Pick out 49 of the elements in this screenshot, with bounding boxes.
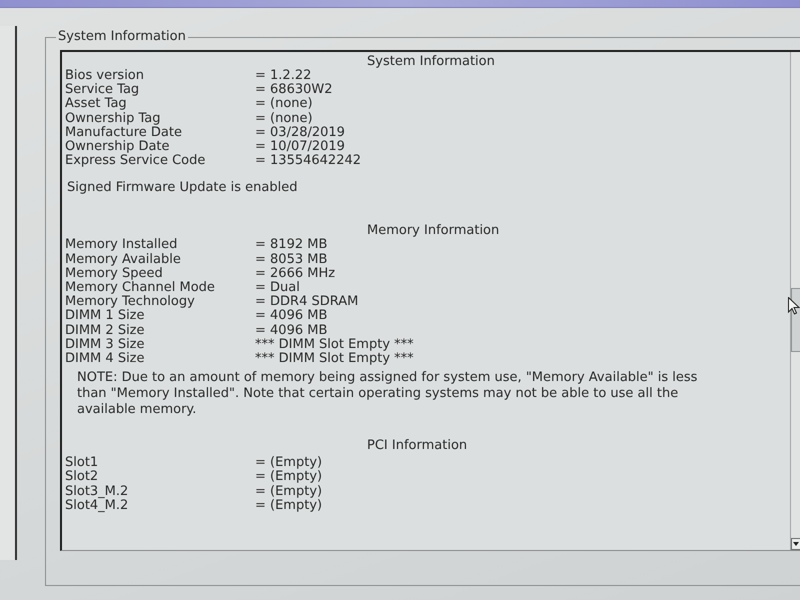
group-title: System Information	[57, 30, 187, 44]
field-value: = 8053 MB	[255, 252, 328, 267]
field-value: = 4096 MB	[255, 309, 328, 324]
field-value: = 10/07/2019	[255, 140, 345, 154]
field-label: Manufacture Date	[65, 126, 182, 140]
field-label: Slot2	[65, 470, 98, 485]
section-heading: PCI Information	[367, 439, 468, 454]
field-value: = (Empty)	[255, 456, 322, 470]
field-value: = DDR4 SDRAM	[255, 295, 358, 310]
field-label: DIMM 2 Size	[65, 324, 144, 338]
field-value: = 2666 MHz	[255, 266, 336, 281]
field-label: Slot4_M.2	[65, 498, 128, 514]
field-value: *** DIMM Slot Empty ***	[255, 352, 414, 366]
field-value: = 8192 MB	[255, 238, 328, 253]
field-label: Ownership Tag	[65, 112, 160, 126]
field-value: = (Empty)	[255, 498, 322, 514]
section-heading: Memory Information	[367, 224, 500, 238]
field-label: Slot1	[65, 456, 98, 470]
field-label: DIMM 4 Size	[65, 352, 144, 366]
field-label: Bios version	[65, 69, 144, 83]
field-label: DIMM 3 Size	[65, 338, 144, 352]
field-value: = (none)	[255, 97, 313, 112]
field-value: *** DIMM Slot Empty ***	[255, 338, 414, 352]
scroll-down-button[interactable]	[791, 538, 800, 550]
field-value: = 1.2.22	[255, 69, 312, 83]
field-label: Memory Speed	[65, 266, 163, 281]
note-text: Signed Firmware Update is enabled	[66, 181, 298, 196]
field-value: = (none)	[255, 112, 313, 126]
field-value: = 68630W2	[255, 83, 333, 98]
scrollbar-track[interactable]	[790, 52, 800, 550]
field-value: = 4096 MB	[255, 324, 328, 338]
field-label: Ownership Date	[65, 140, 170, 154]
field-value: = Dual	[255, 281, 300, 296]
section-heading: System Information	[367, 55, 495, 69]
field-value: = 03/28/2019	[255, 126, 345, 140]
field-label: Asset Tag	[65, 97, 127, 112]
field-label: Express Service Code	[65, 154, 206, 168]
field-label: Slot3_M.2	[65, 484, 128, 499]
caret-down-icon	[793, 542, 799, 546]
field-value: = (Empty)	[255, 484, 322, 499]
field-value: = 13554642242	[255, 154, 362, 168]
field-label: Service Tag	[65, 83, 140, 98]
field-label: Memory Available	[65, 252, 181, 267]
field-label: Memory Channel Mode	[65, 281, 215, 296]
field-label: DIMM 1 Size	[65, 309, 144, 324]
field-label: Memory Technology	[65, 295, 195, 310]
note-text: NOTE: Due to an amount of memory being assigned for system use, "Memory Available" is less than "Memory Installed". Note that certain operating systems may not be able to use all the available memory.	[76, 370, 698, 418]
field-label: Memory Installed	[65, 238, 178, 253]
field-value: = (Empty)	[255, 470, 322, 485]
